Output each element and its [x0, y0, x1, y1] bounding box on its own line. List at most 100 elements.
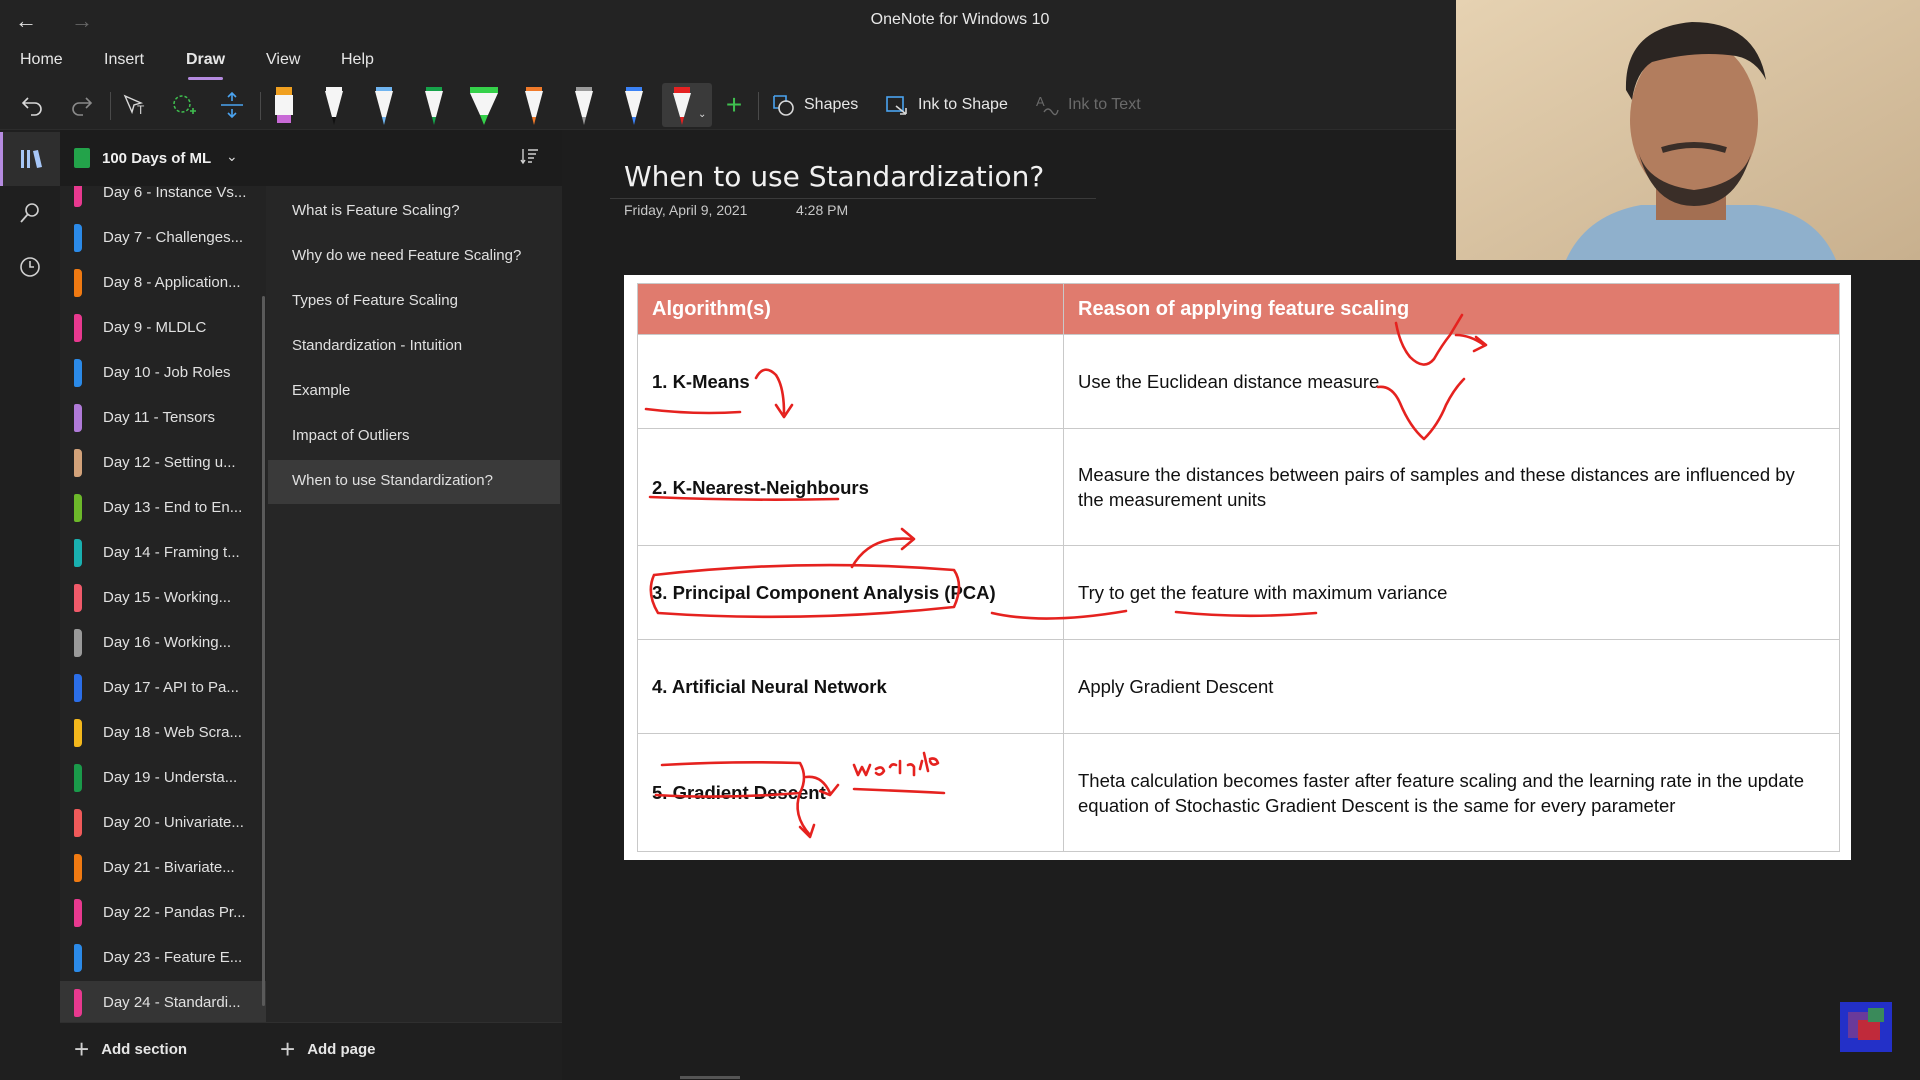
- lasso-select-icon[interactable]: [164, 88, 204, 122]
- table-row: 1. K-Means Use the Euclidean distance me…: [637, 334, 1840, 429]
- page-item[interactable]: Why do we need Feature Scaling?: [268, 235, 560, 279]
- notebook-header[interactable]: 100 Days of ML ⌄: [60, 130, 562, 186]
- sort-icon[interactable]: [520, 146, 540, 171]
- section-item[interactable]: Day 21 - Bivariate...: [60, 846, 266, 891]
- recorder-tray-icon[interactable]: [1840, 1002, 1892, 1052]
- section-color-tab: [74, 629, 82, 657]
- header-reason: Reason of applying feature scaling: [1063, 283, 1840, 335]
- add-section-label: Add section: [101, 1040, 188, 1058]
- section-item[interactable]: Day 11 - Tensors: [60, 396, 266, 441]
- page-label: Example: [292, 382, 351, 399]
- section-label: Day 11 - Tensors: [103, 409, 215, 426]
- section-item[interactable]: Day 19 - Understa...: [60, 756, 266, 801]
- red-pen-icon[interactable]: ⌄: [662, 83, 712, 127]
- page-item[interactable]: Standardization - Intuition: [268, 325, 560, 369]
- green-pen-icon[interactable]: [414, 83, 454, 127]
- add-space-icon[interactable]: [212, 88, 252, 122]
- reason-cell: Use the Euclidean distance measure.: [1063, 334, 1840, 429]
- page-label: Impact of Outliers: [292, 427, 410, 444]
- section-item[interactable]: Day 22 - Pandas Pr...: [60, 891, 266, 936]
- notebooks-icon[interactable]: [0, 132, 60, 186]
- webcam-overlay: [1456, 0, 1920, 260]
- section-label: Day 12 - Setting u...: [103, 454, 236, 471]
- section-item[interactable]: Day 9 - MLDLC: [60, 306, 266, 351]
- ink-to-shape-button[interactable]: Ink to Shape: [884, 88, 1008, 122]
- section-item[interactable]: Day 15 - Working...: [60, 576, 266, 621]
- page-label: When to use Standardization?: [292, 472, 493, 489]
- section-color-tab: [74, 539, 82, 567]
- menu-view[interactable]: View: [266, 51, 300, 69]
- redo-icon[interactable]: [64, 88, 100, 122]
- webcam-presenter-image: [1456, 0, 1920, 260]
- horizontal-scrollbar[interactable]: [680, 1076, 740, 1079]
- undo-icon[interactable]: [14, 88, 50, 122]
- section-item[interactable]: Day 6 - Instance Vs...: [60, 186, 266, 216]
- shapes-icon: [773, 95, 794, 116]
- section-item-selected[interactable]: Day 24 - Standardi...: [60, 981, 266, 1022]
- section-item[interactable]: Day 20 - Univariate...: [60, 801, 266, 846]
- menu-insert[interactable]: Insert: [104, 51, 144, 69]
- section-item[interactable]: Day 18 - Web Scra...: [60, 711, 266, 756]
- ribbon-separator: [260, 92, 261, 120]
- section-label: Day 13 - End to En...: [103, 499, 243, 516]
- section-item[interactable]: Day 8 - Application...: [60, 261, 266, 306]
- section-item[interactable]: Day 12 - Setting u...: [60, 441, 266, 486]
- add-page-label: Add page: [307, 1040, 376, 1058]
- section-color-tab: [74, 989, 82, 1017]
- page-title[interactable]: When to use Standardization?: [624, 160, 1044, 193]
- page-item[interactable]: Impact of Outliers: [268, 415, 560, 459]
- ink-to-text-button[interactable]: A Ink to Text: [1034, 88, 1141, 122]
- type-select-icon[interactable]: T: [116, 88, 156, 122]
- section-item[interactable]: Day 7 - Challenges...: [60, 216, 266, 261]
- section-color-tab: [74, 186, 82, 207]
- section-color-tab: [74, 854, 82, 882]
- reason-cell: Apply Gradient Descent: [1063, 639, 1840, 734]
- section-item[interactable]: Day 13 - End to En...: [60, 486, 266, 531]
- page-item-selected[interactable]: When to use Standardization?: [268, 460, 560, 504]
- section-item[interactable]: Day 14 - Framing t...: [60, 531, 266, 576]
- page-item[interactable]: Types of Feature Scaling: [268, 280, 560, 324]
- orange-pen-icon[interactable]: [514, 83, 554, 127]
- page-item[interactable]: Example: [268, 370, 560, 414]
- section-item[interactable]: Day 16 - Working...: [60, 621, 266, 666]
- section-label: Day 14 - Framing t...: [103, 544, 240, 561]
- recent-clock-icon[interactable]: [0, 240, 60, 294]
- section-item[interactable]: Day 10 - Job Roles: [60, 351, 266, 396]
- blue-pen-icon[interactable]: [614, 83, 654, 127]
- left-rail: [0, 130, 60, 1080]
- highlighter-pen-icon[interactable]: [264, 83, 304, 127]
- menu-draw[interactable]: Draw: [186, 51, 225, 80]
- add-section-button[interactable]: + Add section: [74, 1034, 188, 1064]
- plus-icon: +: [74, 1034, 90, 1064]
- section-color-tab: [74, 494, 82, 522]
- section-color-tab: [74, 314, 82, 342]
- section-item[interactable]: Day 23 - Feature E...: [60, 936, 266, 981]
- menu-home[interactable]: Home: [20, 51, 63, 69]
- shapes-button[interactable]: Shapes: [770, 88, 858, 122]
- pasted-slide-image[interactable]: Algorithm(s) Reason of applying feature …: [624, 275, 1851, 860]
- page-item[interactable]: What is Feature Scaling?: [268, 190, 560, 234]
- plus-icon: +: [280, 1034, 296, 1064]
- add-pen-icon[interactable]: +: [718, 88, 750, 122]
- algorithm-cell: 4. Artificial Neural Network: [637, 639, 1064, 734]
- page-label: Standardization - Intuition: [292, 337, 463, 354]
- sections-scrollbar[interactable]: [262, 296, 265, 1006]
- green-highlighter-icon[interactable]: [464, 83, 504, 127]
- section-label: Day 18 - Web Scra...: [103, 724, 242, 741]
- search-icon[interactable]: [0, 186, 60, 240]
- chevron-down-icon[interactable]: ⌄: [226, 148, 238, 165]
- add-page-button[interactable]: + Add page: [280, 1034, 376, 1064]
- page-canvas[interactable]: When to use Standardization? Friday, Apr…: [562, 130, 1920, 1080]
- black-pen-icon[interactable]: [314, 83, 354, 127]
- reason-cell: Try to get the feature with maximum vari…: [1063, 545, 1840, 640]
- pen-options-chevron-icon[interactable]: ⌄: [698, 109, 706, 120]
- table-row: 3. Principal Component Analysis (PCA) Tr…: [637, 545, 1840, 640]
- light-blue-pen-icon[interactable]: [364, 83, 404, 127]
- section-item[interactable]: Day 17 - API to Pa...: [60, 666, 266, 711]
- section-color-tab: [74, 944, 82, 972]
- galaxy-pen-icon[interactable]: [564, 83, 604, 127]
- page-date: Friday, April 9, 2021: [624, 202, 748, 218]
- algorithm-cell: 3. Principal Component Analysis (PCA): [637, 545, 1064, 640]
- menu-help[interactable]: Help: [341, 51, 374, 69]
- notebook-name[interactable]: 100 Days of ML: [102, 150, 211, 167]
